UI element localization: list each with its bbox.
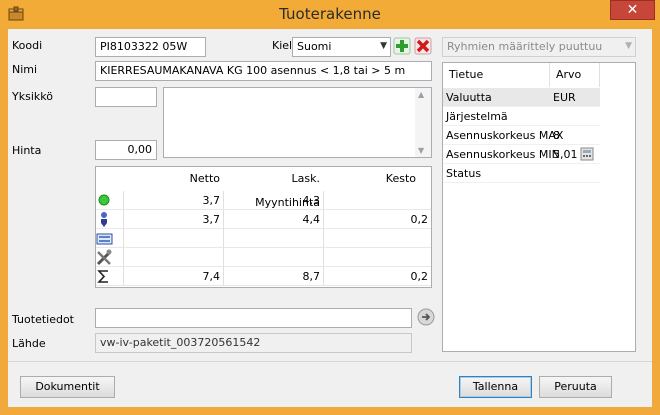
tuotetiedot-label: Tuotetiedot: [12, 313, 74, 326]
kieli-select[interactable]: Suomi ▼: [292, 37, 391, 57]
close-button[interactable]: ✕: [610, 0, 655, 20]
koodi-field[interactable]: PI8103322 05W: [95, 37, 206, 57]
description-textarea[interactable]: ▲ ▼: [163, 87, 432, 158]
title-bar[interactable]: Tuoterakenne ✕: [0, 0, 660, 28]
chevron-down-icon: ▼: [380, 41, 387, 51]
scroll-up-icon[interactable]: ▲: [418, 90, 424, 99]
property-name[interactable]: Järjestelmä: [443, 107, 550, 126]
group-select-value: Ryhmien määrittely puuttuu: [447, 40, 603, 53]
scroll-down-icon[interactable]: ▼: [418, 146, 424, 155]
grid-cell[interactable]: 8,7: [224, 267, 324, 286]
grid-cell[interactable]: 3,7: [124, 210, 224, 229]
myyntihinta-header: Lask. Myyntihinta: [255, 172, 320, 209]
tallenna-button[interactable]: Tallenna: [459, 376, 532, 398]
window-title: Tuoterakenne: [279, 5, 381, 23]
divider: [8, 361, 652, 362]
yksikko-label: Yksikkö: [12, 90, 53, 103]
kesto-header: Kesto: [385, 172, 416, 185]
lahde-label: Lähde: [12, 337, 46, 350]
property-name[interactable]: Valuutta: [443, 88, 550, 107]
grid-cell[interactable]: [224, 248, 324, 267]
worker-icon: [96, 210, 124, 229]
nimi-label: Nimi: [12, 63, 38, 76]
peruuta-button[interactable]: Peruuta: [539, 376, 612, 398]
yksikko-field[interactable]: [95, 87, 157, 107]
properties-panel: Tietue Arvo Valuutta EUR Järjestelmä Ase…: [442, 62, 636, 352]
property-value[interactable]: [550, 107, 600, 126]
price-grid: Netto Lask. Myyntihinta Kesto 3,7 4,3 3,…: [95, 166, 432, 288]
grid-cell[interactable]: 0,2: [324, 210, 431, 229]
chevron-down-icon: ▼: [625, 41, 632, 51]
property-value[interactable]: 5,01: [550, 145, 600, 164]
grid-cell[interactable]: [324, 191, 431, 210]
tietue-header[interactable]: Tietue: [443, 63, 550, 87]
hinta-label: Hinta: [12, 144, 42, 157]
green-circle-icon: [96, 191, 124, 210]
grid-cell[interactable]: [124, 229, 224, 248]
grid-cell[interactable]: 4,4: [224, 210, 324, 229]
property-value[interactable]: 8: [550, 126, 600, 145]
grid-cell[interactable]: [324, 229, 431, 248]
sigma-icon: [96, 267, 124, 286]
dialog-body: Koodi PI8103322 05W Kieli Suomi ▼ Ryhmie…: [8, 29, 652, 407]
grid-cell[interactable]: 7,4: [124, 267, 224, 286]
delete-icon[interactable]: [414, 37, 432, 55]
property-name[interactable]: Status: [443, 164, 550, 183]
tuotetiedot-field[interactable]: [95, 308, 412, 328]
hinta-field[interactable]: 0,00: [95, 140, 157, 160]
calculator-icon[interactable]: [580, 147, 594, 161]
grid-cell[interactable]: 0,2: [324, 267, 431, 286]
grid-cell[interactable]: [224, 229, 324, 248]
property-value[interactable]: EUR: [550, 88, 600, 107]
property-name[interactable]: Asennuskorkeus MAX: [443, 126, 563, 145]
lahde-field: vw-iv-paketit_003720561542: [95, 333, 412, 353]
grid-cell[interactable]: [124, 248, 224, 267]
dialog-window: Tuoterakenne ✕ Koodi PI8103322 05W Kieli…: [0, 0, 660, 415]
arrow-right-icon[interactable]: [417, 308, 435, 326]
netto-header: Netto: [189, 172, 220, 185]
tools-icon: [96, 248, 124, 267]
add-icon[interactable]: [393, 37, 411, 55]
property-value[interactable]: [550, 164, 600, 183]
group-select: Ryhmien määrittely puuttuu ▼: [442, 37, 636, 57]
nimi-field[interactable]: KIERRESAUMAKANAVA KG 100 asennus < 1,8 t…: [95, 61, 432, 81]
dokumentit-button[interactable]: Dokumentit: [20, 376, 115, 398]
grid-cell[interactable]: [324, 248, 431, 267]
grid-cell[interactable]: 4,3: [224, 191, 324, 210]
property-value-text: 5,01: [553, 148, 578, 161]
kieli-select-value: Suomi: [297, 40, 332, 53]
grid-cell[interactable]: 3,7: [124, 191, 224, 210]
keyboard-icon: [96, 229, 124, 248]
arvo-header[interactable]: Arvo: [550, 63, 600, 87]
property-name[interactable]: Asennuskorkeus MIN: [443, 145, 560, 164]
koodi-label: Koodi: [12, 39, 43, 52]
textarea-scrollbar[interactable]: ▲ ▼: [415, 88, 431, 157]
